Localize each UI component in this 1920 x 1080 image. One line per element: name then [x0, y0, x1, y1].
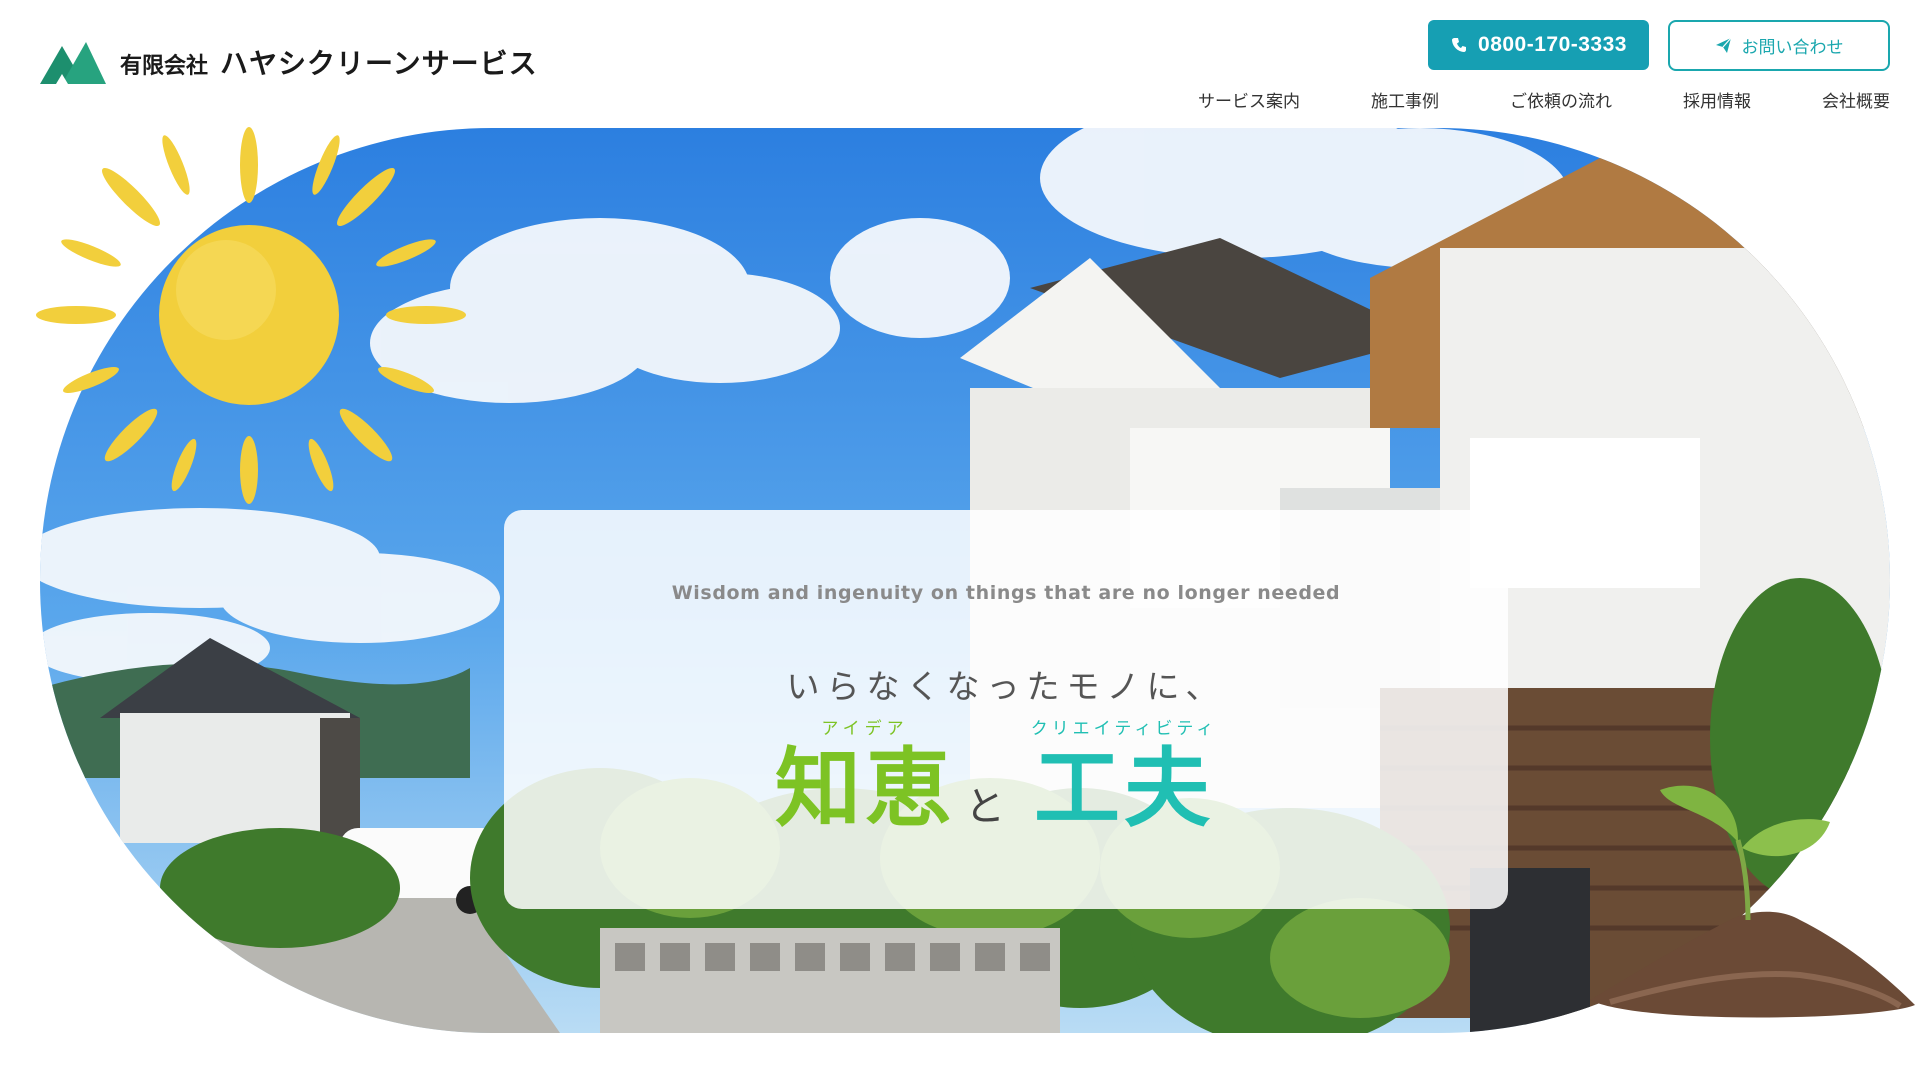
- sun-illustration: [36, 127, 466, 504]
- company-name: ハヤシクリーンサービス: [220, 47, 538, 80]
- hero-headline: アイデア 知恵 と クリエイティビティ 工夫: [504, 714, 1508, 839]
- kufu-text: 工夫: [1034, 739, 1214, 839]
- kufu-ruby: クリエイティビティ: [1030, 719, 1218, 739]
- contact-label: お問い合わせ: [1741, 38, 1844, 58]
- sprout-illustration: [1590, 785, 1915, 1018]
- hero-english-subtitle: Wisdom and ingenuity on things that are …: [671, 582, 1341, 604]
- main-nav: サービス案内 施工事例 ご依頼の流れ 採用情報 会社概要: [1127, 84, 1890, 114]
- nav-item-services[interactable]: サービス案内: [1198, 87, 1300, 112]
- paper-plane-icon: [1715, 37, 1731, 53]
- nav-item-company[interactable]: 会社概要: [1822, 87, 1890, 112]
- hero-lead-text: いらなくなったモノに、: [786, 667, 1226, 706]
- company-type: 有限会社: [120, 54, 209, 79]
- nav-item-recruit[interactable]: 採用情報: [1683, 87, 1751, 112]
- headline-word-kufu: クリエイティビティ 工夫: [1004, 714, 1244, 839]
- phone-button[interactable]: 0800-170-3333: [1428, 20, 1649, 70]
- hero-message-card: Wisdom and ingenuity on things that are …: [504, 510, 1508, 909]
- chie-ruby: アイデア: [821, 719, 909, 739]
- chie-text: 知恵: [775, 739, 955, 839]
- mountain-logo-icon: [40, 42, 106, 84]
- nav-item-cases[interactable]: 施工事例: [1371, 87, 1439, 112]
- phone-number: 0800-170-3333: [1478, 33, 1627, 56]
- headline-connector: と: [965, 784, 1005, 830]
- headline-word-chie: アイデア 知恵: [770, 714, 960, 839]
- site-logo[interactable]: 有限会社 ハヤシクリーンサービス: [40, 40, 538, 84]
- contact-button[interactable]: お問い合わせ: [1668, 20, 1890, 71]
- nav-item-flow[interactable]: ご依頼の流れ: [1510, 87, 1612, 112]
- phone-icon: [1452, 38, 1467, 52]
